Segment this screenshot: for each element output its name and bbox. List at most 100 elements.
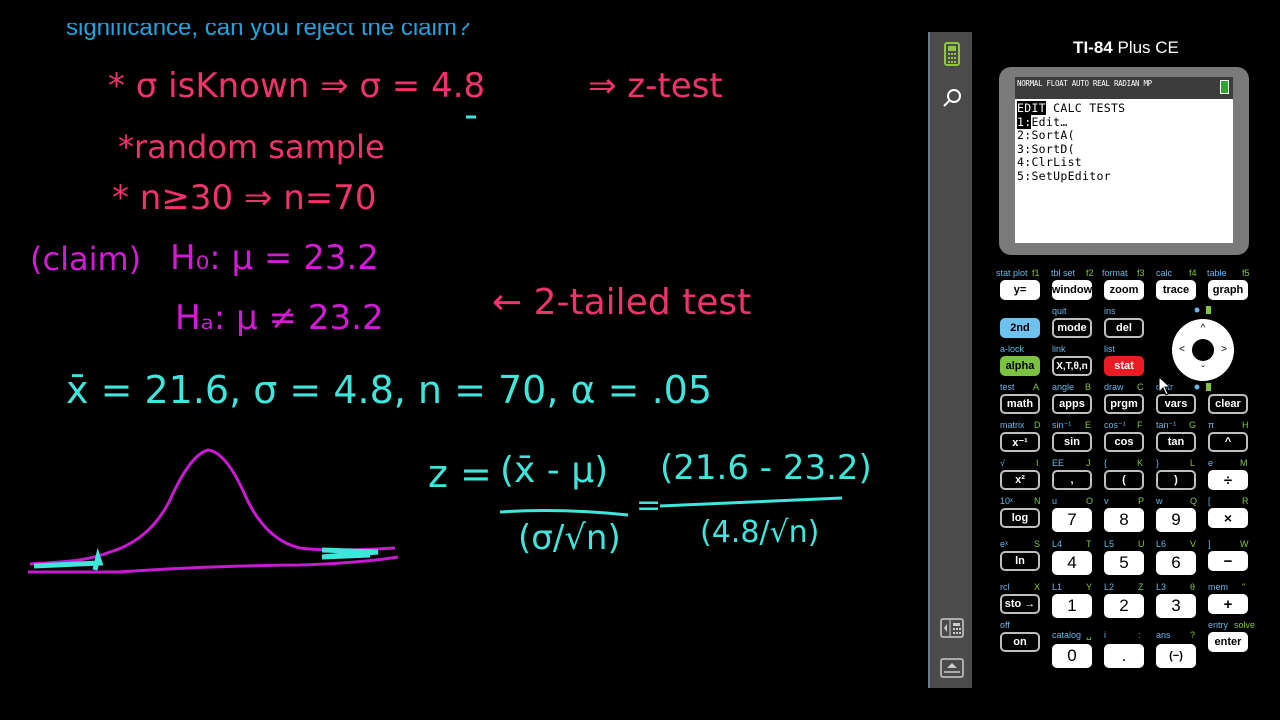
calculator-sidebar bbox=[928, 32, 974, 688]
key-cos[interactable]: cos bbox=[1104, 432, 1144, 452]
menu-item-sortd[interactable]: 3:SortD( bbox=[1015, 142, 1233, 157]
key-xt-theta-n[interactable]: X,T,θ,n bbox=[1052, 356, 1092, 376]
key-ln[interactable]: ln bbox=[1000, 551, 1040, 571]
second-label: catalog bbox=[1052, 630, 1082, 640]
alpha-label: f1 bbox=[1032, 268, 1040, 278]
screen-bezel: NORMAL FLOAT AUTO REAL RADIAN MP EDIT CA… bbox=[999, 67, 1249, 255]
arrow-right-key[interactable]: > bbox=[1216, 342, 1232, 358]
key-decimal[interactable]: . bbox=[1104, 644, 1144, 668]
alpha-label: O bbox=[1086, 496, 1094, 506]
key-sin[interactable]: sin bbox=[1052, 432, 1092, 452]
alpha-label: ? bbox=[1190, 630, 1196, 640]
key-store[interactable]: sto → bbox=[1000, 594, 1040, 614]
key-apps[interactable]: apps bbox=[1052, 394, 1092, 414]
key-graph[interactable]: graph bbox=[1208, 280, 1248, 300]
key-5[interactable]: 5 bbox=[1104, 551, 1144, 575]
calculator-view-button[interactable] bbox=[938, 40, 966, 68]
key-clear[interactable]: clear bbox=[1208, 394, 1248, 414]
key-mode[interactable]: mode bbox=[1052, 318, 1092, 338]
key-trace[interactable]: trace bbox=[1156, 280, 1196, 300]
key-right-paren[interactable]: ) bbox=[1156, 470, 1196, 490]
key-y-equals[interactable]: y= bbox=[1000, 280, 1040, 300]
status-text: NORMAL FLOAT AUTO REAL RADIAN MP bbox=[1017, 79, 1152, 88]
menu-tab-edit[interactable]: EDIT bbox=[1017, 101, 1046, 115]
key-multiply[interactable]: × bbox=[1208, 508, 1248, 528]
second-label: L5 bbox=[1104, 539, 1115, 549]
ti84-calculator: TI-84 Plus CE NORMAL FLOAT AUTO REAL RAD… bbox=[972, 32, 1280, 688]
key-7[interactable]: 7 bbox=[1052, 508, 1092, 532]
alpha-label: P bbox=[1138, 496, 1145, 506]
brightness-up-icon bbox=[1194, 306, 1211, 314]
alpha-label: Q bbox=[1190, 496, 1198, 506]
second-label: cos⁻¹ bbox=[1104, 420, 1126, 430]
menu-item-number: 5: bbox=[1017, 168, 1032, 183]
second-label: mem bbox=[1208, 582, 1228, 592]
alpha-label: L bbox=[1190, 458, 1196, 468]
key-add[interactable]: + bbox=[1208, 594, 1248, 614]
key-stat[interactable]: stat bbox=[1104, 356, 1144, 376]
alpha-label: T bbox=[1086, 539, 1092, 549]
key-3[interactable]: 3 bbox=[1156, 594, 1196, 618]
search-button[interactable] bbox=[938, 84, 966, 112]
second-label: ans bbox=[1156, 630, 1171, 640]
menu-tab-calc[interactable]: CALC bbox=[1053, 101, 1082, 115]
key-math[interactable]: math bbox=[1000, 394, 1040, 414]
arrow-up-key[interactable]: ^ bbox=[1195, 321, 1211, 337]
right-tail-shading bbox=[321, 547, 379, 560]
screen-capture-button[interactable] bbox=[938, 654, 966, 682]
key-negative[interactable]: (−) bbox=[1156, 644, 1196, 668]
menu-item-label: ClrList bbox=[1031, 155, 1083, 169]
menu-tabs: EDIT CALC TESTS bbox=[1015, 101, 1233, 116]
key-prgm[interactable]: prgm bbox=[1104, 394, 1144, 414]
menu-item-sorta[interactable]: 2:SortA( bbox=[1015, 128, 1233, 143]
search-icon bbox=[943, 89, 961, 107]
key-tan[interactable]: tan bbox=[1156, 432, 1196, 452]
key-window[interactable]: window bbox=[1052, 280, 1092, 300]
key-comma[interactable]: , bbox=[1052, 470, 1092, 490]
key-8[interactable]: 8 bbox=[1104, 508, 1144, 532]
alpha-label: K bbox=[1137, 458, 1144, 468]
key-square[interactable]: x² bbox=[1000, 470, 1040, 490]
key-0[interactable]: 0 bbox=[1052, 644, 1092, 668]
second-label: [ bbox=[1208, 496, 1211, 506]
alpha-label: X bbox=[1034, 582, 1041, 592]
key-del[interactable]: del bbox=[1104, 318, 1144, 338]
menu-item-clrlist[interactable]: 4:ClrList bbox=[1015, 155, 1233, 170]
key-left-paren[interactable]: ( bbox=[1104, 470, 1144, 490]
alpha-label: U bbox=[1138, 539, 1145, 549]
key-log[interactable]: log bbox=[1000, 508, 1040, 528]
alpha-label: W bbox=[1240, 539, 1249, 549]
second-label: EE bbox=[1052, 458, 1065, 468]
menu-item-label: Edit… bbox=[1031, 114, 1068, 129]
key-1[interactable]: 1 bbox=[1052, 594, 1092, 618]
key-reciprocal[interactable]: x⁻¹ bbox=[1000, 432, 1040, 452]
arrow-left-key[interactable]: < bbox=[1174, 342, 1190, 358]
keypad-layout-button[interactable] bbox=[938, 614, 966, 642]
alpha-label: f4 bbox=[1189, 268, 1197, 278]
key-divide[interactable]: ÷ bbox=[1208, 470, 1248, 490]
brightness-down-icon bbox=[1194, 383, 1211, 391]
key-vars[interactable]: vars bbox=[1156, 394, 1196, 414]
key-alpha[interactable]: alpha bbox=[1000, 356, 1040, 376]
key-zoom[interactable]: zoom bbox=[1104, 280, 1144, 300]
arrow-down-key[interactable]: ˇ bbox=[1195, 363, 1211, 379]
alpha-label: G bbox=[1189, 420, 1197, 430]
alpha-label: D bbox=[1034, 420, 1041, 430]
second-label: L2 bbox=[1104, 582, 1115, 592]
key-6[interactable]: 6 bbox=[1156, 551, 1196, 575]
key-power[interactable]: ^ bbox=[1208, 432, 1248, 452]
key-9[interactable]: 9 bbox=[1156, 508, 1196, 532]
menu-tab-tests[interactable]: TESTS bbox=[1089, 101, 1125, 115]
menu-item-edit[interactable]: 1:Edit… bbox=[1015, 114, 1233, 130]
alpha-label: Y bbox=[1086, 582, 1093, 592]
key-2[interactable]: 2 bbox=[1104, 594, 1144, 618]
key-subtract[interactable]: − bbox=[1208, 551, 1248, 571]
menu-item-setupeditor[interactable]: 5:SetUpEditor bbox=[1015, 168, 1233, 184]
second-label: sin⁻¹ bbox=[1052, 420, 1072, 430]
alpha-label: R bbox=[1242, 496, 1249, 506]
key-4[interactable]: 4 bbox=[1052, 551, 1092, 575]
battery-icon bbox=[1220, 80, 1229, 94]
alpha-label: f5 bbox=[1242, 268, 1250, 278]
alpha-label: ␣ bbox=[1086, 630, 1092, 640]
key-2nd[interactable]: 2nd bbox=[1000, 318, 1040, 338]
